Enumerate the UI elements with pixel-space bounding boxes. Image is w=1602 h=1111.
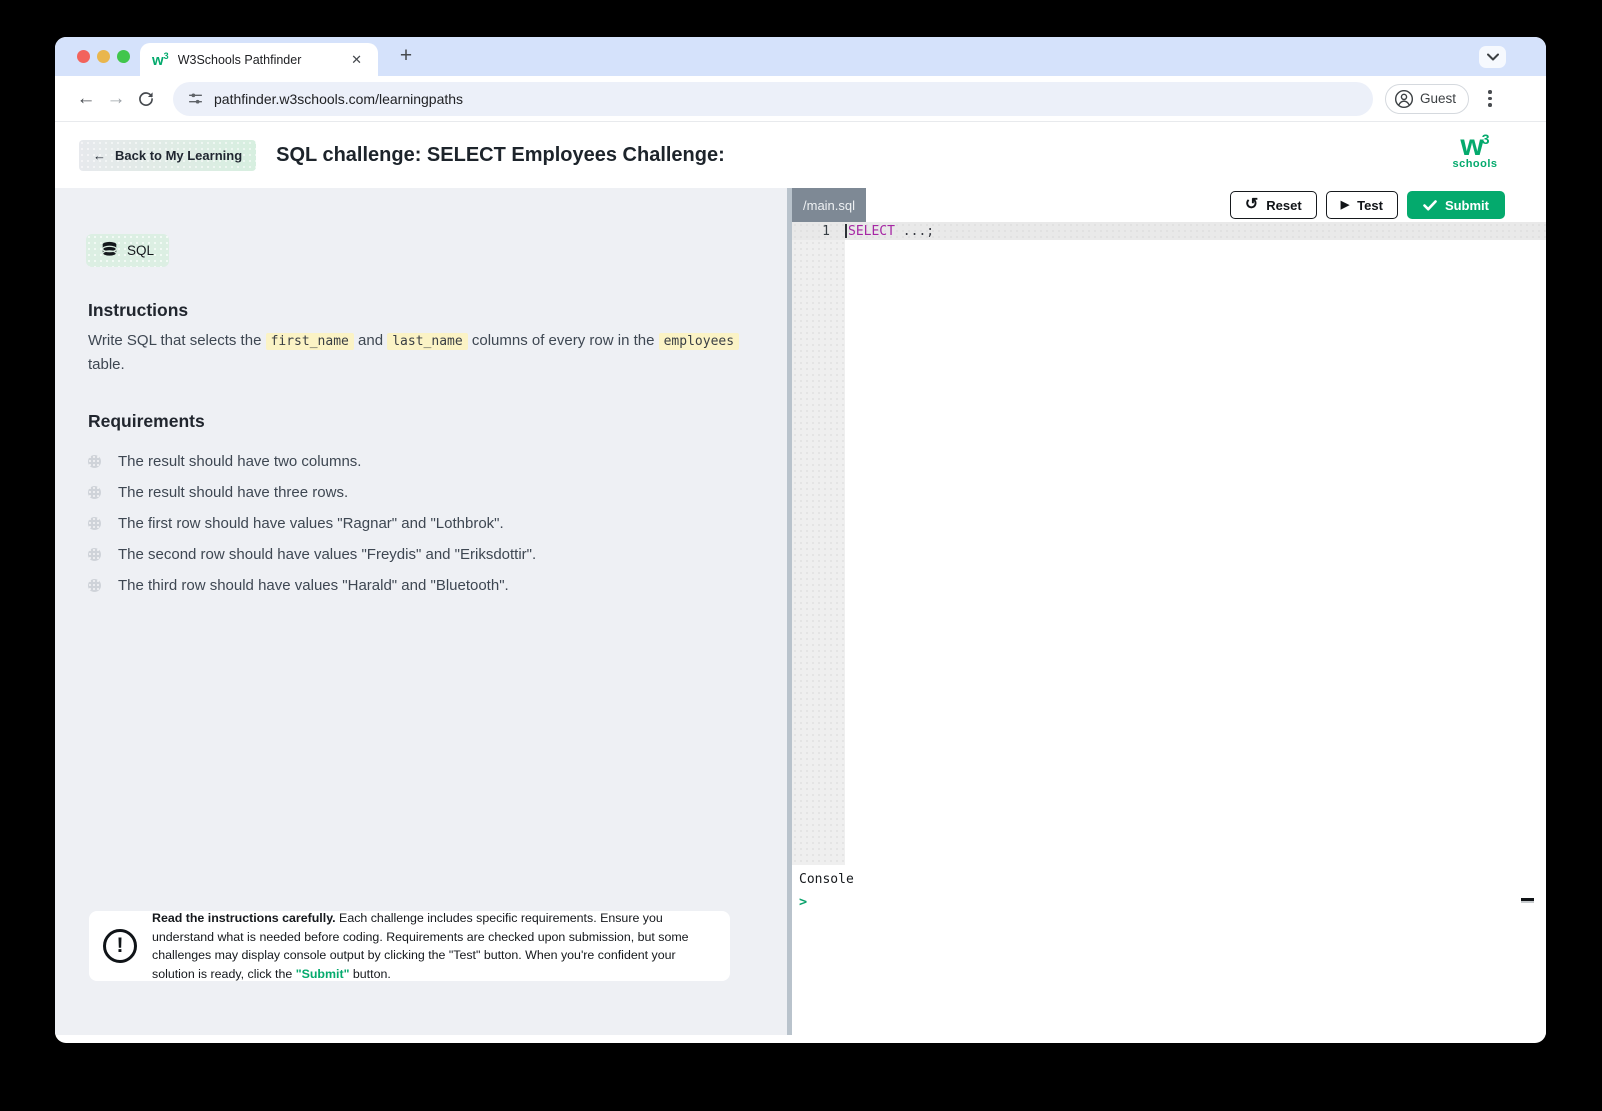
requirement-bullet-icon bbox=[88, 579, 101, 592]
minimize-window-button[interactable] bbox=[97, 50, 110, 63]
guest-avatar-icon bbox=[1394, 89, 1414, 108]
note-text: Read the instructions carefully. Each ch… bbox=[152, 911, 689, 981]
requirement-item: The result should have two columns. bbox=[88, 446, 787, 477]
submit-reference: "Submit" bbox=[295, 966, 350, 981]
tab-title: W3Schools Pathfinder bbox=[177, 52, 302, 67]
browser-tab[interactable]: w3 W3Schools Pathfinder ✕ bbox=[140, 43, 378, 76]
w3schools-logo: w3 schools bbox=[1452, 129, 1498, 170]
back-arrow-icon: ← bbox=[93, 147, 106, 163]
new-tab-button[interactable]: + bbox=[393, 43, 419, 69]
requirement-item: The first row should have values "Ragnar… bbox=[88, 508, 787, 539]
test-button[interactable]: ▶ Test bbox=[1325, 191, 1398, 219]
fullscreen-window-button[interactable] bbox=[117, 50, 130, 63]
code-line[interactable]: 1 SELECT ...; bbox=[792, 222, 1546, 240]
window-controls bbox=[77, 50, 130, 63]
main-content: SQL Instructions Write SQL that selects … bbox=[55, 188, 1546, 1035]
code-editor[interactable]: 1 SELECT ...; bbox=[792, 222, 1546, 865]
editor-toolbar: /main.sql ↺ Reset ▶ Test Submit bbox=[792, 188, 1546, 222]
forward-button[interactable]: → bbox=[101, 84, 131, 114]
file-tab-main-sql[interactable]: /main.sql bbox=[792, 188, 867, 222]
url-text[interactable]: pathfinder.w3schools.com/learningpaths bbox=[214, 91, 463, 107]
reset-icon: ↺ bbox=[1244, 196, 1259, 213]
instructions-text: Write SQL that selects the first_name an… bbox=[88, 330, 743, 376]
code-chip-employees: employees bbox=[658, 333, 740, 350]
console-panel: Console > bbox=[792, 865, 1546, 1035]
text-cursor bbox=[845, 224, 847, 238]
profile-label: Guest bbox=[1420, 91, 1457, 106]
site-settings-icon[interactable] bbox=[187, 90, 204, 107]
sql-keyword: SELECT bbox=[848, 223, 895, 239]
close-window-button[interactable] bbox=[77, 50, 90, 63]
console-title: Console bbox=[799, 872, 854, 887]
submit-button[interactable]: Submit bbox=[1406, 191, 1505, 219]
back-to-learning-label: Back to My Learning bbox=[115, 147, 243, 163]
editor-panel: /main.sql ↺ Reset ▶ Test Submit 1 SELECT… bbox=[787, 188, 1546, 1035]
collapse-console-icon[interactable] bbox=[1521, 898, 1534, 901]
requirement-item: The result should have three rows. bbox=[88, 477, 787, 508]
instructions-heading: Instructions bbox=[88, 300, 189, 320]
requirement-item: The third row should have values "Harald… bbox=[88, 570, 787, 601]
page-header: ← Back to My Learning SQL challenge: SEL… bbox=[55, 122, 1546, 188]
language-badge: SQL bbox=[86, 234, 169, 267]
play-icon: ▶ bbox=[1340, 198, 1350, 211]
code-chip-last-name: last_name bbox=[387, 333, 468, 350]
browser-tab-strip: w3 W3Schools Pathfinder ✕ + bbox=[55, 37, 1546, 76]
requirement-bullet-icon bbox=[88, 486, 101, 499]
code-chip-first-name: first_name bbox=[265, 333, 354, 350]
requirements-list: The result should have two columns. The … bbox=[88, 446, 787, 601]
back-arrow-icon: ← bbox=[76, 87, 96, 109]
back-button[interactable]: ← bbox=[71, 84, 101, 114]
url-bar[interactable]: pathfinder.w3schools.com/learningpaths bbox=[173, 81, 1373, 116]
reload-icon bbox=[139, 91, 153, 106]
forward-arrow-icon: → bbox=[106, 87, 126, 109]
language-badge-label: SQL bbox=[127, 243, 155, 258]
line-number: 1 bbox=[822, 223, 830, 239]
reset-button[interactable]: ↺ Reset bbox=[1229, 191, 1317, 219]
browser-window: w3 W3Schools Pathfinder ✕ + ← → pathfind… bbox=[55, 37, 1546, 1043]
profile-button[interactable]: Guest bbox=[1385, 83, 1470, 114]
check-icon bbox=[1423, 199, 1437, 210]
browser-toolbar: ← → pathfinder.w3schools.com/learningpat… bbox=[55, 76, 1546, 122]
database-icon bbox=[102, 241, 117, 257]
browser-menu-button[interactable] bbox=[1481, 90, 1499, 107]
chevron-down-icon bbox=[1486, 53, 1499, 61]
requirement-bullet-icon bbox=[88, 548, 101, 561]
tab-search-button[interactable] bbox=[1479, 46, 1506, 68]
exclamation-circle-icon: ! bbox=[103, 929, 137, 963]
editor-actions: ↺ Reset ▶ Test Submit bbox=[1229, 191, 1505, 219]
requirements-heading: Requirements bbox=[88, 411, 205, 431]
code-text: ...; bbox=[894, 223, 935, 239]
requirement-bullet-icon bbox=[88, 455, 101, 468]
requirement-bullet-icon bbox=[88, 517, 101, 530]
instructions-note: ! Read the instructions carefully. Each … bbox=[89, 911, 730, 981]
page-title: SQL challenge: SELECT Employees Challeng… bbox=[276, 143, 725, 166]
line-number-gutter bbox=[792, 222, 845, 865]
console-prompt: > bbox=[799, 894, 808, 910]
w3schools-favicon-icon: w3 bbox=[152, 50, 169, 69]
back-to-learning-button[interactable]: ← Back to My Learning bbox=[79, 139, 256, 171]
reload-button[interactable] bbox=[131, 84, 161, 114]
requirement-item: The second row should have values "Freyd… bbox=[88, 539, 787, 570]
challenge-panel: SQL Instructions Write SQL that selects … bbox=[55, 188, 787, 1035]
tab-close-icon[interactable]: ✕ bbox=[347, 50, 366, 70]
